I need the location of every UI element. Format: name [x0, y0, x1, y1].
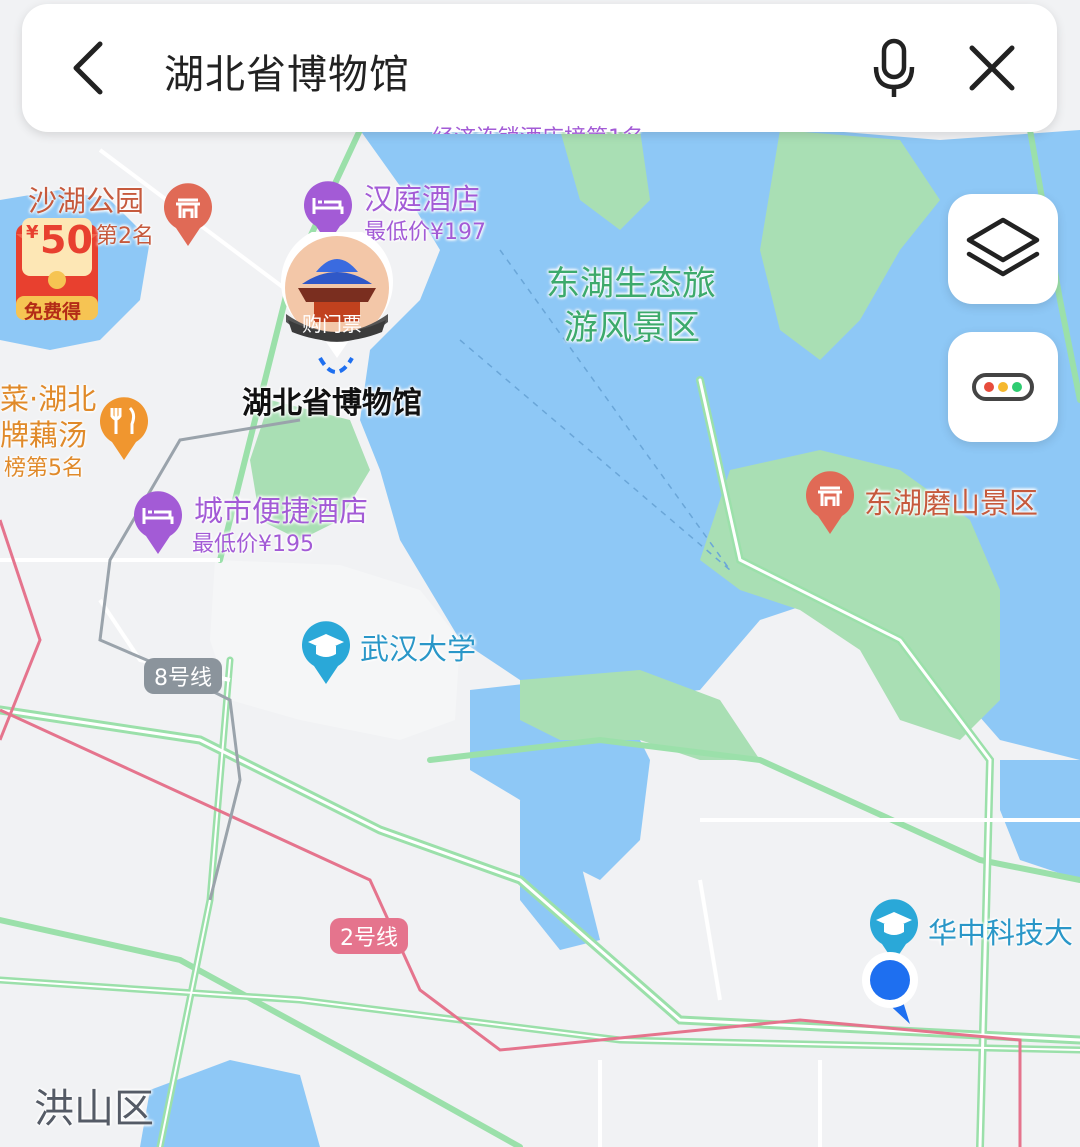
poi-sub-chengshi: 最低价¥195 [192, 532, 314, 557]
metro-badge-2[interactable]: 2号线 [330, 918, 408, 954]
promo-cta: 免费得 [24, 301, 82, 323]
poi-name-hust[interactable]: 华中科技大 [928, 910, 1073, 952]
selected-poi-marker[interactable]: 购门票 [278, 226, 396, 360]
microphone-icon[interactable] [864, 34, 924, 104]
promo-currency: ¥ [26, 222, 39, 243]
traffic-button[interactable] [948, 332, 1058, 442]
traffic-light-icon [972, 373, 1034, 401]
metro-badge-8[interactable]: 8号线 [144, 658, 222, 694]
poi-name2-restaurant[interactable]: 牌藕汤 [0, 412, 87, 454]
search-query-text[interactable]: 湖北省博物馆 [164, 42, 410, 100]
cut-off-poi-label: 经济连锁酒店榜第1名 [432, 120, 644, 134]
current-location-marker[interactable] [858, 948, 928, 1032]
selected-poi-badge[interactable]: 购门票 [302, 308, 362, 337]
poi-sub-restaurant: 榜第5名 [4, 456, 84, 481]
poi-name-hanting[interactable]: 汉庭酒店 [364, 176, 480, 218]
scenic-gate-icon[interactable] [804, 470, 856, 540]
search-bar[interactable]: 湖北省博物馆 [22, 4, 1057, 132]
close-icon[interactable] [962, 38, 1022, 98]
poi-name-chengshi[interactable]: 城市便捷酒店 [194, 488, 368, 530]
hotel-bed-icon[interactable] [132, 490, 184, 560]
poi-name-whu[interactable]: 武汉大学 [360, 626, 476, 668]
poi-name-moshan[interactable]: 东湖磨山景区 [864, 480, 1038, 522]
university-icon[interactable] [300, 620, 352, 690]
poi-name-shahu[interactable]: 沙湖公园 [28, 178, 144, 220]
promo-amount: 50 [40, 218, 93, 262]
layers-button[interactable] [948, 194, 1058, 304]
layers-icon [966, 217, 1040, 277]
restaurant-icon[interactable] [98, 396, 150, 466]
scenic-gate-icon[interactable] [162, 182, 214, 252]
selected-poi-name[interactable]: 湖北省博物馆 [242, 378, 422, 422]
back-arrow-icon[interactable] [58, 38, 118, 98]
area-label-scenic-1: 东湖生态旅 [546, 264, 716, 304]
district-label: 洪山区 [34, 1086, 154, 1132]
poi-sub-shahu: 第2名 [96, 224, 154, 249]
area-label-scenic-2: 游风景区 [564, 308, 700, 348]
map-screen: 湖北省博物馆 经济连锁酒店榜第1名 [0, 0, 1080, 1147]
promo-red-packet[interactable]: ¥ 50 免费得 [12, 216, 102, 326]
